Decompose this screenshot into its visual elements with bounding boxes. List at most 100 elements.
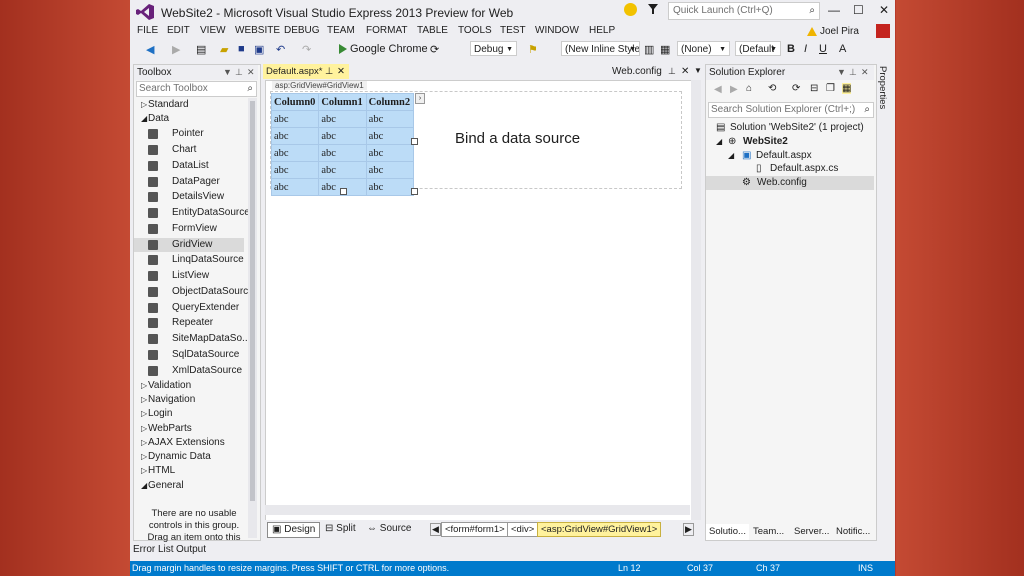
toolbox-category-login[interactable]: ▷ Login — [134, 407, 244, 421]
pin-icon[interactable]: ⊥ — [668, 66, 676, 77]
toolbox-category-data[interactable]: ◢ Data — [134, 112, 244, 126]
tree-item-default-aspx-cs[interactable]: ▯ Default.aspx.cs — [706, 162, 874, 176]
notification-flag-icon[interactable] — [648, 4, 658, 14]
home-icon[interactable]: ⌂ — [746, 83, 752, 94]
close-icon[interactable]: ✕ — [861, 65, 869, 80]
toolbox-category-webparts[interactable]: ▷ WebParts — [134, 422, 244, 436]
pin-icon[interactable]: ⊥ — [325, 64, 333, 79]
menu-table[interactable]: TABLE — [417, 25, 448, 36]
breadcrumb-forward-icon[interactable]: ▶ — [683, 523, 694, 536]
italic-button[interactable]: I — [804, 43, 807, 55]
font-select[interactable]: (Default ▼ — [735, 41, 781, 56]
underline-button[interactable]: U — [819, 43, 827, 55]
toolbox-item-queryextender[interactable]: QueryExtender — [134, 301, 244, 315]
tab-default-aspx[interactable]: Default.aspx* ⊥ ✕ — [263, 64, 349, 79]
toolbox-item-formview[interactable]: FormView — [134, 222, 244, 236]
tab-team-explorer[interactable]: Team... — [750, 524, 787, 540]
design-view-button[interactable]: ▣ Design — [267, 522, 321, 538]
solution-configuration-select[interactable]: Debug ▼ — [470, 41, 517, 56]
toolbox-search-input[interactable]: Search Toolbox ⌕ — [136, 81, 257, 97]
target-rule-select[interactable]: (None) ▼ — [677, 41, 730, 56]
save-all-icon[interactable]: ▣ — [254, 43, 264, 56]
font-color-icon[interactable]: A — [839, 43, 846, 55]
toolbox-item-datapager[interactable]: DataPager — [134, 175, 244, 189]
breadcrumb-form[interactable]: <form#form1> — [441, 522, 509, 537]
quick-launch-input[interactable]: Quick Launch (Ctrl+Q) ⌕ — [668, 2, 820, 20]
tree-item-solution[interactable]: ▤ Solution 'WebSite2' (1 project) — [706, 121, 874, 135]
pin-icon[interactable]: ⊥ — [849, 65, 857, 80]
tree-item-default-aspx[interactable]: ◢ ▣ Default.aspx — [706, 149, 874, 163]
refresh-icon[interactable]: ⟳ — [792, 83, 800, 94]
panel-menu-icon[interactable]: ▼ — [223, 65, 232, 80]
forward-icon[interactable]: ▶ — [730, 84, 738, 95]
menu-team[interactable]: TEAM — [327, 25, 355, 36]
menu-debug[interactable]: DEBUG — [284, 25, 320, 36]
properties-icon[interactable]: ▦ — [842, 83, 852, 94]
scrollbar-thumb[interactable] — [250, 101, 255, 501]
collapse-all-icon[interactable]: ⊟ — [810, 83, 818, 94]
close-icon[interactable]: ✕ — [337, 64, 345, 79]
toolbox-item-repeater[interactable]: Repeater — [134, 316, 244, 330]
toolbox-category-general[interactable]: ◢ General — [134, 479, 244, 493]
menu-edit[interactable]: EDIT — [167, 25, 190, 36]
gridview-control[interactable]: Column0 Column1 Column2 abc abc abc abc abc… — [270, 93, 415, 196]
toolbox-item-xmldatasource[interactable]: XmlDataSource — [134, 364, 244, 378]
undo-icon[interactable]: ↶ — [276, 43, 285, 56]
sync-icon[interactable]: ⟲ — [768, 83, 776, 94]
toolbox-item-sqldatasource[interactable]: SqlDataSource — [134, 348, 244, 362]
toolbox-item-datalist[interactable]: DataList — [134, 159, 244, 173]
toolbox-item-objectdatasource[interactable]: ObjectDataSource — [134, 285, 254, 299]
account-badge-icon[interactable] — [876, 24, 890, 38]
toolbox-category-ajax-extensions[interactable]: ▷ AJAX Extensions — [134, 436, 244, 450]
toolbox-category-standard[interactable]: ▷ Standard — [134, 98, 244, 112]
resize-handle[interactable] — [411, 138, 418, 145]
breadcrumb-back-icon[interactable]: ◀ — [430, 523, 441, 536]
properties-rail[interactable]: Properties — [877, 64, 893, 184]
panel-menu-icon[interactable]: ▼ — [837, 65, 846, 80]
breadcrumb-gridview[interactable]: <asp:GridView#GridView1> — [537, 522, 662, 537]
start-debugging-icon[interactable] — [339, 44, 347, 54]
show-all-files-icon[interactable]: ❐ — [826, 83, 835, 94]
breadcrumb-div[interactable]: <div> — [507, 522, 539, 537]
editor-horizontal-scrollbar[interactable] — [265, 505, 690, 515]
tree-item-web-config[interactable]: ⚙ Web.config — [706, 176, 874, 190]
tab-server-explorer[interactable]: Server... — [791, 524, 832, 540]
menu-format[interactable]: FORMAT — [366, 25, 407, 36]
save-icon[interactable]: ■ — [238, 43, 245, 55]
menu-test[interactable]: TEST — [500, 25, 526, 36]
toolbox-category-dynamic-data[interactable]: ▷ Dynamic Data — [134, 450, 244, 464]
attach-stylesheet-icon[interactable]: ▦ — [660, 43, 670, 56]
menu-help[interactable]: HELP — [589, 25, 615, 36]
design-surface[interactable]: asp:GridView#GridView1 Column0 Column1 C… — [265, 80, 692, 522]
open-file-icon[interactable]: ▰ — [220, 43, 228, 56]
redo-icon[interactable]: ↷ — [302, 43, 311, 56]
toolbox-item-entitydatasource[interactable]: EntityDataSource — [134, 206, 250, 220]
back-icon[interactable]: ◀ — [714, 84, 722, 95]
close-icon[interactable]: ✕ — [247, 65, 255, 80]
toolbox-scrollbar[interactable] — [248, 98, 257, 538]
editor-vertical-scrollbar[interactable] — [691, 80, 701, 520]
tab-notifications[interactable]: Notific... — [833, 524, 873, 540]
back-icon[interactable]: ◀ — [146, 43, 154, 56]
source-view-button[interactable]: ⇔ Source — [363, 522, 415, 536]
toolbox-category-validation[interactable]: ▷ Validation — [134, 379, 244, 393]
forward-icon[interactable]: ▶ — [172, 43, 180, 56]
user-name[interactable]: Joel Pira — [820, 26, 859, 37]
run-browser-label[interactable]: Google Chrome — [350, 43, 428, 55]
toolbox-item-sitemapdatasource[interactable]: SiteMapDataSo... — [134, 332, 250, 346]
menu-view[interactable]: VIEW — [200, 25, 226, 36]
bold-button[interactable]: B — [787, 43, 795, 55]
send-feedback-smiley-icon[interactable] — [624, 3, 637, 16]
tree-item-website2[interactable]: ◢ ⊕ WebSite2 — [706, 135, 874, 149]
style-select[interactable]: (New Inline Style ▼ — [561, 41, 640, 56]
maximize-button[interactable]: ☐ — [853, 3, 864, 17]
toolbox-item-pointer[interactable]: Pointer — [134, 127, 244, 141]
toolbox-item-gridview[interactable]: GridView — [134, 238, 244, 252]
menu-file[interactable]: FILE — [137, 25, 158, 36]
solution-explorer-search-input[interactable]: Search Solution Explorer (Ctrl+;) ⌕ — [708, 102, 874, 118]
tab-web-config[interactable]: Web.config — [612, 66, 662, 77]
close-icon[interactable]: ✕ — [681, 66, 689, 77]
smart-tag-arrow-icon[interactable]: › — [415, 93, 425, 104]
menu-website[interactable]: WEBSITE — [235, 25, 280, 36]
toolbox-category-html[interactable]: ▷ HTML — [134, 464, 244, 478]
